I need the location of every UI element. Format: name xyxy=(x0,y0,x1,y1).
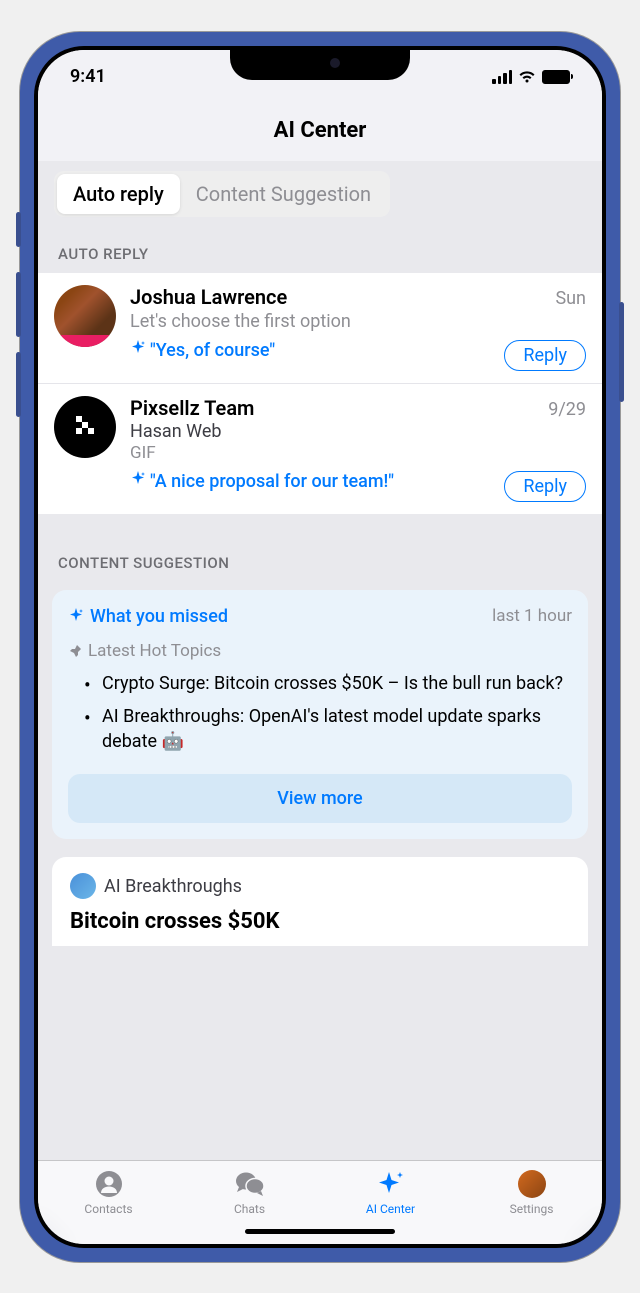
pin-icon xyxy=(68,644,82,658)
view-more-button[interactable]: View more xyxy=(68,774,572,823)
contacts-icon xyxy=(94,1169,124,1199)
article-preview[interactable]: AI Breakthroughs Bitcoin crosses $50K xyxy=(52,857,588,946)
suggestion-card: What you missed last 1 hour Latest Hot T… xyxy=(52,590,588,840)
page-title: AI Center xyxy=(38,118,602,143)
tab-label: AI Center xyxy=(366,1202,415,1216)
article-source: AI Breakthroughs xyxy=(70,873,570,899)
volume-up xyxy=(16,272,21,337)
message-type: GIF xyxy=(130,443,586,463)
sparkle-icon xyxy=(130,471,146,487)
message-date: Sun xyxy=(555,288,586,309)
tab-ai-center[interactable]: AI Center xyxy=(320,1169,461,1216)
battery-icon xyxy=(542,70,570,84)
ai-suggestion: "Yes, of course" xyxy=(130,340,494,361)
article-title: Bitcoin crosses $50K xyxy=(70,909,570,934)
avatar xyxy=(54,285,116,347)
card-time: last 1 hour xyxy=(492,606,572,626)
card-title[interactable]: What you missed xyxy=(68,606,228,627)
topic-item: AI Breakthroughs: OpenAI's latest model … xyxy=(84,704,572,754)
wifi-icon xyxy=(518,70,536,84)
chats-icon xyxy=(235,1169,265,1199)
power-button xyxy=(619,302,624,402)
phone-frame: 9:41 AI Center Auto reply Content Sugges… xyxy=(20,32,620,1262)
reply-item[interactable]: Joshua Lawrence Sun Let's choose the fir… xyxy=(38,273,602,384)
tab-label: Chats xyxy=(234,1202,265,1216)
sparkle-icon xyxy=(68,608,84,624)
message-date: 9/29 xyxy=(548,399,586,420)
auto-reply-list: Joshua Lawrence Sun Let's choose the fir… xyxy=(38,273,602,514)
tab-chats[interactable]: Chats xyxy=(179,1169,320,1216)
tab-contacts[interactable]: Contacts xyxy=(38,1169,179,1216)
segment-auto-reply[interactable]: Auto reply xyxy=(57,174,180,214)
status-time: 9:41 xyxy=(70,66,106,87)
header: AI Center xyxy=(38,104,602,161)
section-header-content-suggestion: CONTENT SUGGESTION xyxy=(38,514,602,582)
segment-control: Auto reply Content Suggestion xyxy=(38,161,602,231)
mute-switch xyxy=(16,212,21,247)
contact-name: Joshua Lawrence xyxy=(130,285,287,309)
tab-label: Settings xyxy=(510,1202,554,1216)
home-indicator[interactable] xyxy=(245,1229,395,1234)
contact-name: Pixsellz Team xyxy=(130,396,254,420)
ai-suggestion: "A nice proposal for our team!" xyxy=(130,471,494,492)
ai-center-icon xyxy=(376,1169,406,1199)
user-avatar-icon xyxy=(518,1170,546,1198)
volume-down xyxy=(16,352,21,417)
reply-button[interactable]: Reply xyxy=(504,340,586,371)
message-preview: Let's choose the first option xyxy=(130,311,586,332)
sparkle-icon xyxy=(130,340,146,356)
topic-list: Crypto Surge: Bitcoin crosses $50K – Is … xyxy=(68,671,572,755)
segment-content-suggestion[interactable]: Content Suggestion xyxy=(180,174,387,214)
sender-name: Hasan Web xyxy=(130,421,586,442)
avatar xyxy=(54,396,116,458)
notch xyxy=(230,46,410,80)
card-subtitle: Latest Hot Topics xyxy=(68,641,572,661)
tab-settings[interactable]: Settings xyxy=(461,1169,602,1216)
settings-icon xyxy=(517,1169,547,1199)
signal-icon xyxy=(492,70,512,84)
section-header-auto-reply: AUTO REPLY xyxy=(38,231,602,273)
reply-item[interactable]: Pixsellz Team 9/29 Hasan Web GIF "A nice… xyxy=(38,384,602,514)
reply-button[interactable]: Reply xyxy=(504,471,586,502)
source-icon xyxy=(70,873,96,899)
topic-item: Crypto Surge: Bitcoin crosses $50K – Is … xyxy=(84,671,572,696)
tab-label: Contacts xyxy=(84,1202,132,1216)
